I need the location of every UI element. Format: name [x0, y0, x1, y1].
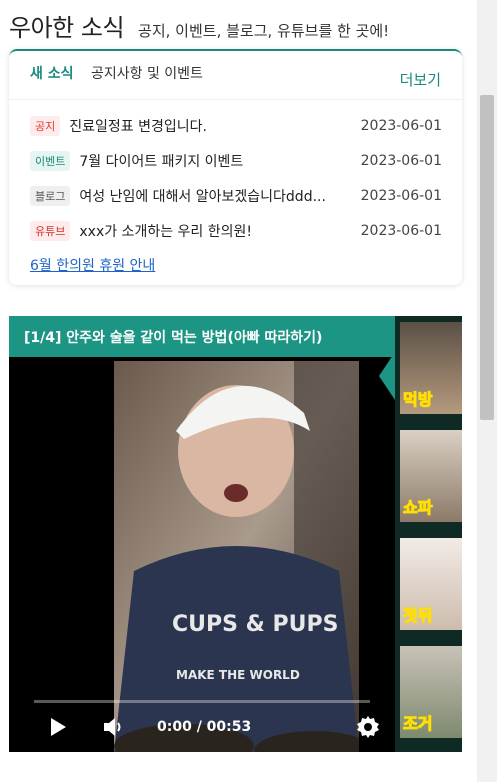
news-row-blog[interactable]: 블로그 여성 난임에 대해서 알아보겠습니다ddd... 2023-06-01	[30, 178, 442, 213]
section-header: 우아한 소식 공지, 이벤트, 블로그, 유튜브를 한 곳에!	[9, 8, 389, 43]
video-still-image: CUPS & PUPS MAKE THE WORLD	[114, 361, 359, 752]
video-section: [1/4] 안주와 술을 같이 먹는 방법(아빠 따라하기) CUPS & PU	[9, 316, 462, 752]
news-date: 2023-06-01	[360, 187, 442, 204]
holiday-notice-link[interactable]: 6월 한의원 휴원 안내	[30, 255, 155, 275]
thumb-caption: 쇼파	[402, 498, 433, 518]
section-title: 우아한 소식	[9, 14, 125, 42]
badge-youtube: 유튜브	[30, 220, 71, 241]
page-scrollbar[interactable]	[477, 0, 497, 782]
news-title[interactable]: 7월 다이어트 패키지 이벤트	[79, 151, 354, 171]
badge-event: 이벤트	[30, 150, 71, 171]
video-title-bar: [1/4] 안주와 술을 같이 먹는 방법(아빠 따라하기)	[9, 316, 395, 357]
news-row-event[interactable]: 이벤트 7월 다이어트 패키지 이벤트 2023-06-01	[30, 143, 442, 178]
time-display: 0:00 / 00:53	[157, 719, 252, 735]
news-list: 공지 진료일정표 변경입니다. 2023-06-01 이벤트 7월 다이어트 패…	[30, 108, 442, 248]
playlist-thumb-3[interactable]: 첫뒤	[400, 538, 462, 630]
badge-blog: 블로그	[30, 185, 71, 206]
settings-gear-icon[interactable]	[356, 715, 380, 743]
thumb-caption: 첫뒤	[402, 606, 433, 626]
news-row-notice[interactable]: 공지 진료일정표 변경입니다. 2023-06-01	[30, 108, 442, 143]
svg-text:MAKE THE WORLD: MAKE THE WORLD	[176, 668, 300, 682]
divider	[9, 99, 462, 100]
tab-new-news[interactable]: 새 소식	[30, 63, 74, 83]
playlist-thumb-4[interactable]: 조거	[400, 646, 462, 738]
thumb-caption: 먹방	[402, 390, 433, 410]
section-subtitle: 공지, 이벤트, 블로그, 유튜브를 한 곳에!	[138, 22, 390, 40]
video-player[interactable]: CUPS & PUPS MAKE THE WORLD 0:00 / 00:53	[9, 357, 395, 752]
more-link[interactable]: 더보기	[400, 69, 441, 90]
news-date: 2023-06-01	[360, 152, 442, 169]
video-title: [1/4] 안주와 술을 같이 먹는 방법(아빠 따라하기)	[24, 329, 323, 346]
svg-text:CUPS & PUPS: CUPS & PUPS	[172, 612, 338, 637]
news-title[interactable]: 진료일정표 변경입니다.	[69, 116, 354, 136]
volume-icon[interactable]	[103, 716, 127, 742]
play-icon[interactable]	[49, 717, 67, 741]
news-card: 새 소식 공지사항 및 이벤트 더보기 공지 진료일정표 변경입니다. 2023…	[9, 49, 462, 285]
news-title[interactable]: xxx가 소개하는 우리 한의원!	[79, 221, 354, 241]
video-frame[interactable]: CUPS & PUPS MAKE THE WORLD	[114, 361, 359, 752]
playlist-thumbnails: 먹방 쇼파 첫뒤 조거	[395, 316, 462, 752]
news-row-youtube[interactable]: 유튜브 xxx가 소개하는 우리 한의원! 2023-06-01	[30, 213, 442, 248]
scrollbar-thumb[interactable]	[480, 95, 494, 420]
badge-notice: 공지	[30, 115, 61, 136]
active-thumb-indicator	[379, 352, 395, 400]
news-date: 2023-06-01	[360, 222, 442, 239]
playlist-thumb-1[interactable]: 먹방	[400, 322, 462, 414]
news-date: 2023-06-01	[360, 117, 442, 134]
video-controls: 0:00 / 00:53	[9, 700, 395, 752]
progress-bar[interactable]	[34, 700, 370, 703]
news-title[interactable]: 여성 난임에 대해서 알아보겠습니다ddd...	[79, 186, 354, 206]
tab-notice-events[interactable]: 공지사항 및 이벤트	[91, 63, 203, 83]
thumb-caption: 조거	[402, 714, 433, 734]
playlist-thumb-2[interactable]: 쇼파	[400, 430, 462, 522]
